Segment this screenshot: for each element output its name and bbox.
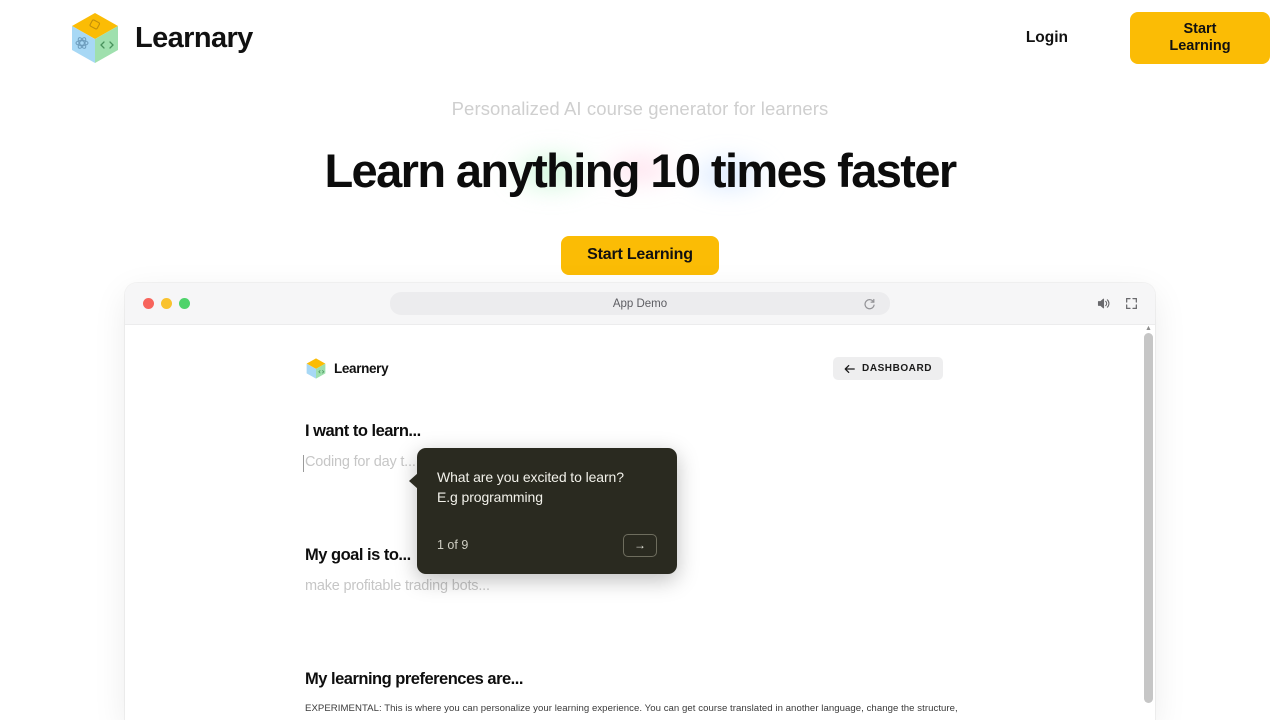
start-learning-nav-label-line1: Start (1183, 20, 1217, 37)
browser-bar-actions (1096, 296, 1141, 311)
start-learning-hero-button[interactable]: Start Learning (561, 235, 719, 275)
browser-chrome-bar: App Demo (125, 283, 1155, 325)
tooltip-next-button[interactable]: → (623, 533, 657, 557)
tooltip-line-1: What are you excited to learn? (437, 469, 624, 485)
expand-icon[interactable] (1124, 296, 1139, 311)
scrollbar-thumb[interactable] (1144, 333, 1153, 703)
hero-subtitle: Personalized AI course generator for lea… (451, 98, 829, 119)
field-goal-input[interactable]: make profitable trading bots... (305, 578, 805, 594)
minimize-dot-icon[interactable] (161, 298, 172, 309)
tooltip-footer: 1 of 9 → (437, 533, 657, 557)
app-viewport: Learnery DASHBOARD I want to learn... Co… (125, 325, 1155, 720)
hero-title-wrap: Learn anything 10 times faster (0, 136, 1280, 207)
traffic-light-dots (143, 298, 190, 309)
app-brand-name: Learnery (334, 361, 389, 376)
app-demo-browser-mockup: App Demo Learnery DASHBOARD I want to le… (125, 283, 1155, 720)
isometric-cube-icon (305, 357, 327, 380)
experimental-note: EXPERIMENTAL: This is where you can pers… (305, 703, 958, 720)
field-preferences: My learning preferences are... EXPERIMEN… (305, 670, 1139, 720)
tooltip-step-counter: 1 of 9 (437, 538, 469, 553)
onboarding-tooltip: What are you excited to learn? E.g progr… (409, 448, 677, 574)
scroll-up-arrow-icon[interactable]: ▲ (1145, 325, 1152, 332)
maximize-dot-icon[interactable] (179, 298, 190, 309)
hero-cta-wrap: Start Learning (0, 235, 1280, 275)
landing-page: Learnary Login Start Learning Personaliz… (0, 0, 1280, 720)
dashboard-button-label: DASHBOARD (862, 363, 932, 374)
app-vertical-scrollbar[interactable]: ▲ (1144, 325, 1153, 720)
dashboard-back-button[interactable]: DASHBOARD (833, 357, 943, 380)
login-link[interactable]: Login (1012, 21, 1082, 55)
page-title: Learn anything 10 times faster (324, 143, 957, 197)
start-learning-nav-button[interactable]: Start Learning (1130, 12, 1270, 64)
hero-section: Personalized AI course generator for lea… (0, 96, 1280, 275)
field-learn-label: I want to learn... (305, 422, 421, 440)
isometric-cube-icon (68, 10, 122, 66)
brand-name: Learnary (135, 21, 253, 54)
app-header: Learnery DASHBOARD (305, 357, 1139, 380)
field-preferences-label: My learning preferences are... (305, 670, 523, 688)
speaker-icon[interactable] (1096, 296, 1111, 311)
top-navbar: Learnary Login Start Learning (0, 0, 1280, 76)
refresh-icon[interactable] (863, 297, 876, 310)
arrow-left-icon (844, 364, 855, 374)
nav-actions: Login Start Learning (1012, 12, 1270, 64)
app-brand-logo[interactable]: Learnery (305, 357, 389, 380)
brand-logo[interactable]: Learnary (68, 10, 253, 66)
tooltip-line-2: E.g programming (437, 489, 543, 506)
close-dot-icon[interactable] (143, 298, 154, 309)
address-bar-label: App Demo (612, 297, 668, 310)
address-bar[interactable]: App Demo (390, 292, 890, 315)
start-learning-nav-label-line2: Learning (1169, 38, 1231, 54)
